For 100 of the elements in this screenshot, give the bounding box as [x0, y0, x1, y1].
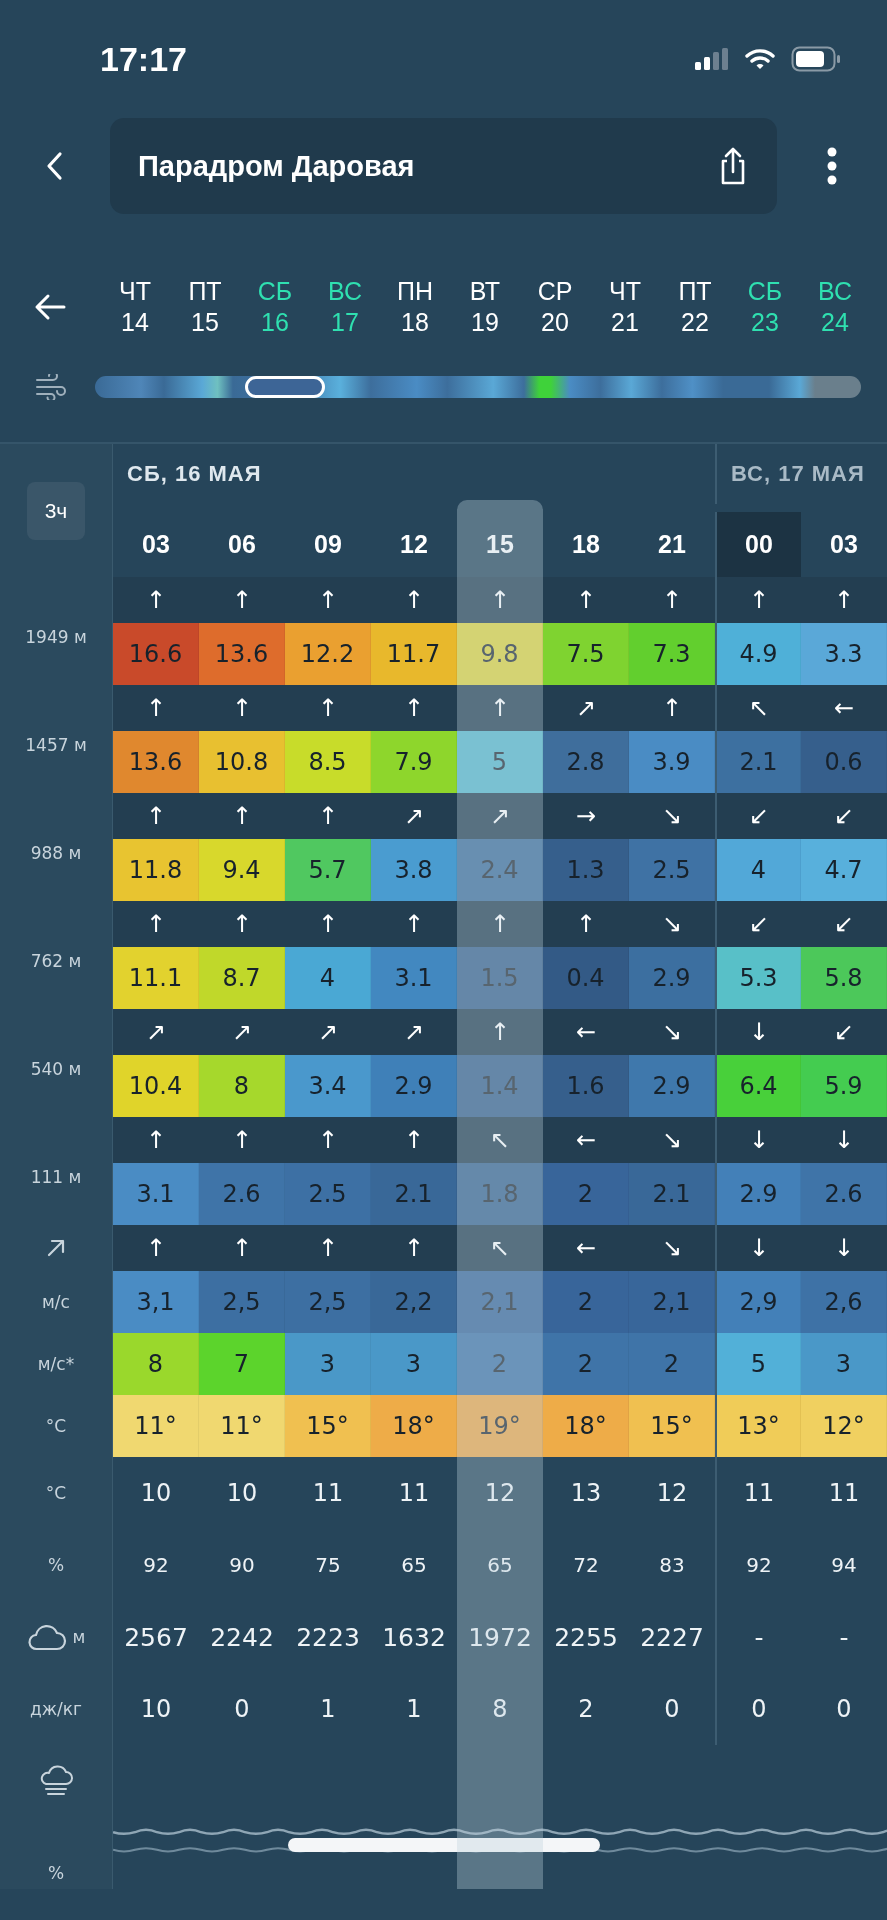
value-cell: 2,1	[629, 1271, 715, 1333]
value-cell: 1.5	[457, 947, 543, 1009]
wind-arrow-icon: ↓	[748, 1128, 770, 1152]
value-cell: 2,2	[371, 1271, 457, 1333]
value-cell: 92	[715, 1529, 801, 1601]
wind-arrow-icon: ↑	[317, 1128, 339, 1152]
value-cell-text: 0	[233, 1694, 251, 1725]
wind-arrow-icon: ↑	[317, 912, 339, 936]
wind-arrow-icon: ↑	[575, 912, 597, 936]
wind-timeline-bar[interactable]	[95, 376, 861, 398]
wind-arrow-icon: ↗	[231, 1020, 253, 1044]
value-cell: 3.1	[371, 947, 457, 1009]
day-tab[interactable]: ЧТ 14	[100, 276, 170, 338]
value-cell-text: 11	[311, 1478, 345, 1509]
value-cell: 3.3	[801, 623, 887, 685]
wind-arrow-icon: ↘	[661, 1128, 683, 1152]
wind-arrow-icon: ↖	[489, 1128, 511, 1152]
hour-cell[interactable]: 03	[113, 512, 199, 577]
value-cell: 2	[543, 1271, 629, 1333]
wind-arrow-icon: ↖	[489, 1236, 511, 1260]
hour-cell[interactable]: 00	[715, 512, 801, 577]
value-cell-text: 10	[225, 1478, 259, 1509]
value-cell: 18°	[371, 1395, 457, 1457]
row-label: %	[47, 1555, 65, 1575]
wind-arrow-icon: ↑	[145, 912, 167, 936]
value-cell-text: 1632	[381, 1621, 447, 1654]
wind-arrow-icon: ↓	[833, 1128, 855, 1152]
day-tab[interactable]: ВС 17	[310, 276, 380, 338]
hour-cell[interactable]: 21	[629, 512, 715, 577]
value-cell: 11.8	[113, 839, 199, 901]
hour-cell[interactable]: 18	[543, 512, 629, 577]
value-cell-text: 12	[483, 1478, 517, 1509]
value-cell: 4.7	[801, 839, 887, 901]
value-cell: 2	[457, 1333, 543, 1395]
hour-cell[interactable]: 06	[199, 512, 285, 577]
value-cell-text: 2227	[639, 1621, 705, 1654]
hour-cell[interactable]: 12	[371, 512, 457, 577]
wind-icon	[35, 374, 67, 400]
value-cell: 0.4	[543, 947, 629, 1009]
value-cell: 2.1	[629, 1163, 715, 1225]
wind-arrow-icon: ↙	[833, 804, 855, 828]
day-tab[interactable]: ПТ 22	[660, 276, 730, 338]
wind-arrow-icon: ↑	[231, 1128, 253, 1152]
value-cell: 2	[543, 1163, 629, 1225]
wind-arrow-icon: ↑	[575, 588, 597, 612]
day-tab[interactable]: СБ 16	[240, 276, 310, 338]
value-cell: 5	[715, 1333, 801, 1395]
day-tab[interactable]: СБ 23	[730, 276, 800, 338]
row-label: %	[47, 1863, 65, 1883]
hour-cell[interactable]: 03	[801, 512, 887, 577]
value-cell: 13.6	[113, 731, 199, 793]
value-cell: 3.1	[113, 1163, 199, 1225]
value-cell: 1.6	[543, 1055, 629, 1117]
value-cell: 2.4	[457, 839, 543, 901]
more-icon	[827, 147, 837, 185]
value-cell: 11.7	[371, 623, 457, 685]
wind-arrow-icon: ↙	[833, 912, 855, 936]
value-cell: 2	[543, 1333, 629, 1395]
value-cell: 2,5	[199, 1271, 285, 1333]
row-label: м	[72, 1627, 86, 1647]
value-cell-text: 10	[139, 1478, 173, 1509]
timeline-thumb[interactable]	[245, 376, 325, 398]
hour-cell[interactable]: 15	[457, 512, 543, 577]
wind-arrow-icon: ↑	[317, 696, 339, 720]
value-cell: 0.6	[801, 731, 887, 793]
date-label: СБ, 16 МАЯ	[126, 460, 263, 488]
day-tab[interactable]: СР 20	[520, 276, 590, 338]
wind-arrow-icon: ↓	[748, 1020, 770, 1044]
value-cell: 1.3	[543, 839, 629, 901]
value-cell-text: 1	[319, 1694, 337, 1725]
value-cell-text: 0	[835, 1694, 853, 1725]
value-cell-text: 94	[830, 1552, 858, 1579]
value-cell-text: 11	[397, 1478, 431, 1509]
wind-arrow-icon: ↑	[231, 912, 253, 936]
interval-button[interactable]: 3ч	[27, 481, 85, 540]
hour-cell[interactable]: 09	[285, 512, 371, 577]
day-tab[interactable]: ВТ 19	[450, 276, 520, 338]
value-cell: 0	[715, 1673, 801, 1745]
value-cell: 15°	[285, 1395, 371, 1457]
value-cell: 11.1	[113, 947, 199, 1009]
wind-arrow-icon: ←	[575, 1128, 597, 1152]
day-tab[interactable]: ПН 18	[380, 276, 450, 338]
wind-arrow-icon: ↑	[231, 1236, 253, 1260]
wind-arrow-icon: ←	[833, 696, 855, 720]
wind-arrow-icon: ↑	[403, 1128, 425, 1152]
value-cell-text: 72	[572, 1552, 600, 1579]
day-tab[interactable]: ПТ 15	[170, 276, 240, 338]
value-cell: 5	[457, 731, 543, 793]
wind-arrow-icon: ↗	[575, 696, 597, 720]
wind-arrow-icon: ↑	[403, 912, 425, 936]
value-cell: 9.4	[199, 839, 285, 901]
value-cell: -	[715, 1601, 801, 1673]
value-cell: 5.3	[715, 947, 801, 1009]
day-tab[interactable]: ВС 24	[800, 276, 870, 338]
value-cell: 8.5	[285, 731, 371, 793]
value-cell-text: 92	[142, 1552, 170, 1579]
wind-arrow-icon: ↑	[661, 696, 683, 720]
status-time: 17:17	[100, 39, 187, 79]
value-cell: 3.4	[285, 1055, 371, 1117]
day-tab[interactable]: ЧТ 21	[590, 276, 660, 338]
